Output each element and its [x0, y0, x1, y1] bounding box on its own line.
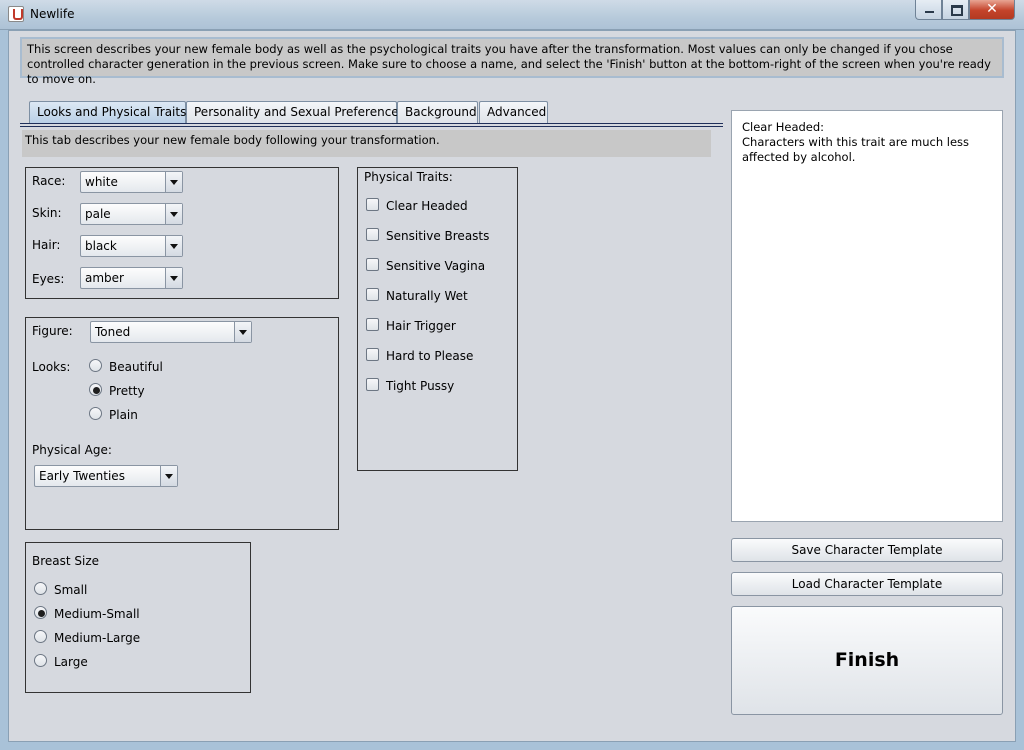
looks-pretty-label: Pretty [109, 384, 145, 398]
chevron-down-icon [165, 172, 182, 192]
physical-traits-title: Physical Traits: [364, 170, 453, 184]
trait-clear-headed-checkbox[interactable] [366, 198, 379, 211]
figure-label: Figure: [32, 324, 73, 338]
trait-description-body: Characters with this trait are much less… [742, 135, 970, 164]
looks-pretty-radio[interactable] [89, 383, 102, 396]
skin-label: Skin: [32, 206, 62, 220]
chevron-down-icon [234, 322, 251, 342]
race-value: white [85, 175, 118, 189]
hair-select[interactable]: black [80, 235, 183, 257]
trait-description-box: Clear Headed: Characters with this trait… [731, 110, 1003, 522]
trait-naturally-wet-label: Naturally Wet [386, 289, 468, 303]
breast-medium-small-label: Medium-Small [54, 607, 140, 621]
eyes-value: amber [85, 271, 124, 285]
close-icon: ✕ [986, 1, 998, 17]
looks-plain-label: Plain [109, 408, 138, 422]
trait-tight-pussy-checkbox[interactable] [366, 378, 379, 391]
trait-tight-pussy-label: Tight Pussy [386, 379, 455, 393]
java-app-icon [8, 6, 24, 22]
tab-advanced[interactable]: Advanced [479, 101, 548, 124]
skin-value: pale [85, 207, 111, 221]
chevron-down-icon [165, 268, 182, 288]
race-label: Race: [32, 174, 66, 188]
finish-button[interactable]: Finish [731, 606, 1003, 715]
breast-medium-large-radio[interactable] [34, 630, 47, 643]
trait-sensitive-vagina-checkbox[interactable] [366, 258, 379, 271]
tab-divider [20, 123, 723, 127]
save-character-template-button[interactable]: Save Character Template [731, 538, 1003, 562]
intro-text: This screen describes your new female bo… [20, 37, 1004, 86]
tab-looks-and-physical-traits[interactable]: Looks and Physical Traits [29, 101, 186, 124]
eyes-label: Eyes: [32, 272, 65, 286]
minimize-button[interactable] [915, 0, 942, 20]
trait-sensitive-vagina-label: Sensitive Vagina [386, 259, 486, 273]
trait-sensitive-breasts-checkbox[interactable] [366, 228, 379, 241]
figure-value: Toned [95, 325, 131, 339]
trait-description-heading: Clear Headed: [742, 120, 825, 134]
trait-naturally-wet-checkbox[interactable] [366, 288, 379, 301]
chevron-down-icon [165, 204, 182, 224]
figure-select[interactable]: Toned [90, 321, 252, 343]
breast-large-label: Large [54, 655, 88, 669]
trait-hard-to-please-label: Hard to Please [386, 349, 474, 363]
breast-medium-small-radio[interactable] [34, 606, 47, 619]
physical-age-value: Early Twenties [39, 469, 125, 483]
breast-small-radio[interactable] [34, 582, 47, 595]
trait-sensitive-breasts-label: Sensitive Breasts [386, 229, 490, 243]
trait-hair-trigger-checkbox[interactable] [366, 318, 379, 331]
tab-background[interactable]: Background [397, 101, 478, 124]
title-bar [0, 0, 1024, 30]
physical-age-select[interactable]: Early Twenties [34, 465, 178, 487]
tab-description: This tab describes your new female body … [22, 130, 711, 157]
close-button[interactable]: ✕ [969, 0, 1015, 20]
looks-plain-radio[interactable] [89, 407, 102, 420]
skin-select[interactable]: pale [80, 203, 183, 225]
window-title: Newlife [30, 7, 75, 21]
tab-personality-and-sexual-preferences[interactable]: Personality and Sexual Preferences [186, 101, 405, 124]
chevron-down-icon [165, 236, 182, 256]
load-character-template-button[interactable]: Load Character Template [731, 572, 1003, 596]
trait-clear-headed-label: Clear Headed [386, 199, 468, 213]
hair-label: Hair: [32, 238, 61, 252]
breast-large-radio[interactable] [34, 654, 47, 667]
figure-panel [25, 317, 339, 530]
trait-hair-trigger-label: Hair Trigger [386, 319, 456, 333]
eyes-select[interactable]: amber [80, 267, 183, 289]
physical-age-label: Physical Age: [32, 443, 112, 457]
breast-medium-large-label: Medium-Large [54, 631, 141, 645]
looks-label: Looks: [32, 360, 71, 374]
looks-beautiful-label: Beautiful [109, 360, 163, 374]
breast-small-label: Small [54, 583, 88, 597]
looks-beautiful-radio[interactable] [89, 359, 102, 372]
trait-hard-to-please-checkbox[interactable] [366, 348, 379, 361]
maximize-button[interactable] [942, 0, 969, 20]
breast-size-title: Breast Size [32, 554, 100, 568]
race-select[interactable]: white [80, 171, 183, 193]
chevron-down-icon [160, 466, 177, 486]
hair-value: black [85, 239, 117, 253]
